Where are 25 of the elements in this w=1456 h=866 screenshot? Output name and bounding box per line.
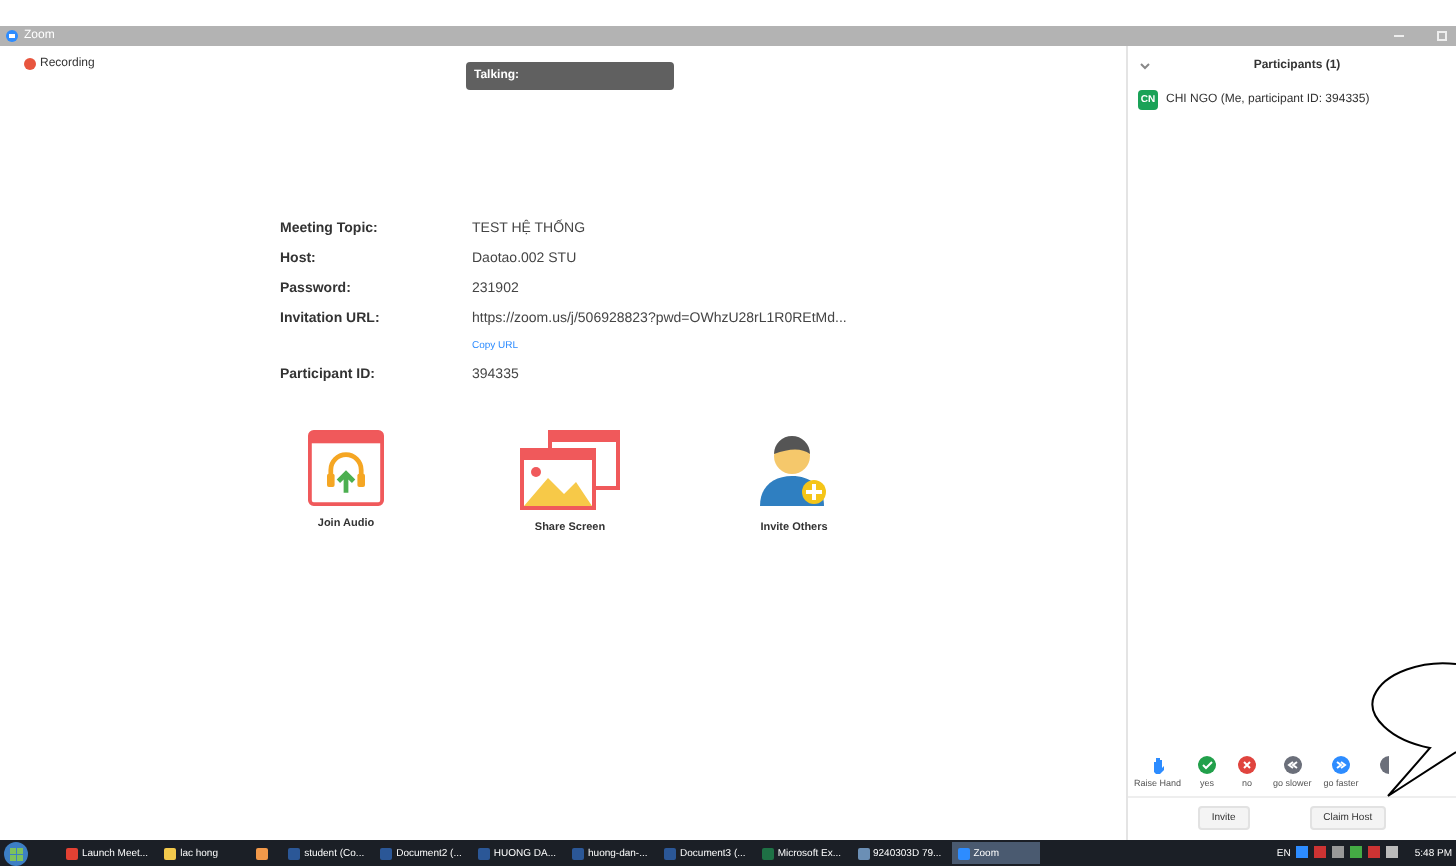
speech-bubble-drawing <box>1368 656 1456 800</box>
app-icon <box>664 847 677 859</box>
recording-icon <box>24 58 36 70</box>
app-icon <box>477 847 490 859</box>
app-icon <box>66 847 78 859</box>
check-icon <box>1198 756 1217 774</box>
app-icon <box>857 847 869 859</box>
person-add-icon <box>756 430 832 510</box>
fast-forward-icon <box>1332 756 1351 774</box>
headphones-window-icon <box>308 430 384 506</box>
app-icon <box>288 847 301 859</box>
start-button-icon[interactable] <box>4 841 28 865</box>
app-icon <box>380 847 393 859</box>
app-icon <box>957 847 970 859</box>
collapse-icon[interactable] <box>1140 62 1150 70</box>
reaction-icon <box>1379 756 1390 774</box>
hand-icon <box>1149 756 1166 774</box>
rewind-icon <box>1283 756 1302 774</box>
app-icon <box>164 847 177 859</box>
image-windows-icon <box>518 430 622 510</box>
app-icon <box>256 847 269 859</box>
app-icon <box>572 847 585 859</box>
close-icon <box>1238 756 1257 774</box>
camera-icon <box>6 30 18 42</box>
app-icon <box>761 847 774 859</box>
